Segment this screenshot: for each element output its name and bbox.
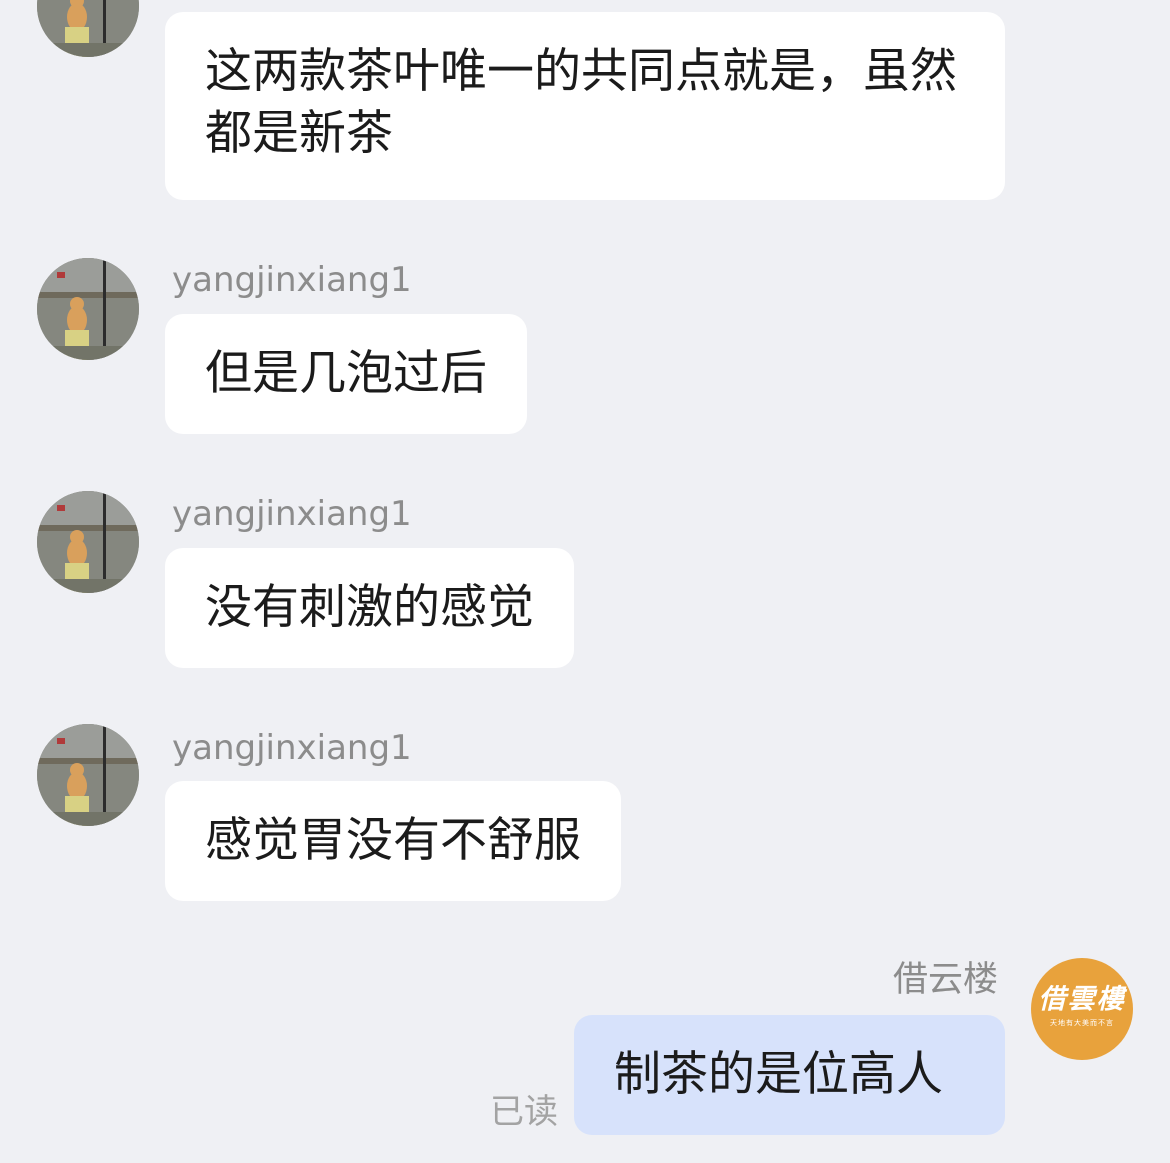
sender-name: yangjinxiang1 xyxy=(172,260,412,300)
message-bubble[interactable]: 感觉胃没有不舒服 xyxy=(165,781,621,901)
sender-avatar[interactable] xyxy=(37,491,139,593)
message-text: 但是几泡过后 xyxy=(205,346,487,401)
sender-avatar[interactable] xyxy=(37,0,139,57)
read-status: 已读 xyxy=(490,1092,558,1132)
message-bubble-outgoing[interactable]: 制茶的是位高人 xyxy=(574,1015,1005,1135)
cat-photo-icon xyxy=(37,0,139,57)
message-text: 没有刺激的感觉 xyxy=(205,580,534,635)
sender-avatar[interactable] xyxy=(37,258,139,360)
cat-photo-icon xyxy=(37,491,139,593)
brand-logo-subtitle: 天地有大美而不言 xyxy=(1050,1019,1114,1027)
message-bubble[interactable]: 没有刺激的感觉 xyxy=(165,548,574,668)
sender-avatar[interactable] xyxy=(37,724,139,826)
my-avatar[interactable]: 借雲樓 天地有大美而不言 xyxy=(1031,958,1133,1060)
cat-photo-icon xyxy=(37,258,139,360)
cat-photo-icon xyxy=(37,724,139,826)
brand-logo-icon: 借雲樓 xyxy=(1038,984,1126,1015)
message-text: 这两款茶叶唯一的共同点就是，虽然都是新茶 xyxy=(205,44,957,161)
sender-name: yangjinxiang1 xyxy=(172,728,412,768)
message-bubble[interactable]: 但是几泡过后 xyxy=(165,314,527,434)
sender-name: yangjinxiang1 xyxy=(172,494,412,534)
my-name: 借云楼 xyxy=(892,960,998,1000)
message-text: 制茶的是位高人 xyxy=(614,1047,943,1102)
message-text: 感觉胃没有不舒服 xyxy=(205,813,581,868)
message-bubble[interactable]: 这两款茶叶唯一的共同点就是，虽然都是新茶 xyxy=(165,12,1005,200)
